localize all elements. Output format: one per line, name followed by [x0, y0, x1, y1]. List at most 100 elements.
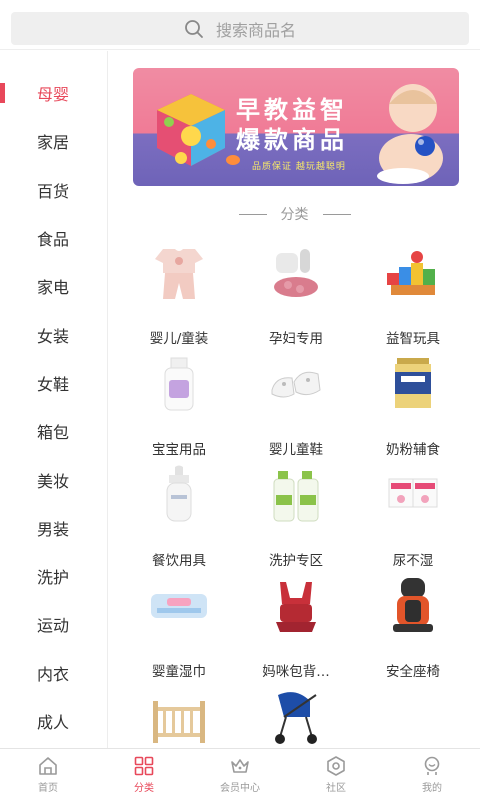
sidebar-item-baihuo[interactable]: 百货: [0, 166, 107, 214]
category-label: 婴童湿巾: [152, 664, 206, 680]
section-title-text: 分类: [280, 207, 309, 223]
category-label: 奶粉辅食: [386, 442, 440, 458]
bottom-nav: 首页 分类 会员中心 社区 我的: [0, 748, 480, 800]
detergent-icon: [273, 471, 319, 522]
category-icon: [134, 756, 154, 776]
category-label: 宝宝用品: [152, 442, 206, 458]
sidebar-item-nvzhuang[interactable]: 女装: [0, 310, 107, 358]
category-item[interactable]: 婴童湿巾: [121, 569, 237, 680]
sidebar-item-yundong[interactable]: 运动: [0, 600, 107, 648]
baby-bottle-icon: [166, 465, 192, 522]
sidebar-item-neiyi[interactable]: 内衣: [0, 649, 107, 697]
sidebar-item-label: 内衣: [37, 664, 70, 684]
nav-label: 会员中心: [220, 783, 260, 794]
sidebar-item-nvxie[interactable]: 女鞋: [0, 359, 107, 407]
sidebar-item-xihu[interactable]: 洗护: [0, 552, 107, 600]
wet-wipes-icon: [151, 594, 207, 618]
nav-home[interactable]: 首页: [0, 749, 96, 800]
sidebar-item-label: 家居: [37, 133, 70, 153]
nav-category[interactable]: 分类: [96, 749, 192, 800]
search-placeholder: 搜索商品名: [215, 20, 296, 40]
stroller-icon: [275, 692, 317, 744]
sidebar-item-meizhuang[interactable]: 美妆: [0, 455, 107, 503]
baby-clothes-icon: [155, 249, 203, 299]
nav-label: 我的: [422, 783, 442, 794]
baby-illustration-icon: [377, 84, 443, 184]
banner-subtitle: 品质保证 越玩越聪明: [252, 162, 346, 172]
sidebar-item-label: 运动: [37, 616, 70, 636]
category-label: 安全座椅: [386, 664, 440, 680]
banner-title-line2: 爆款商品: [236, 126, 348, 154]
category-item[interactable]: [238, 680, 354, 748]
category-label: 婴儿/童装: [149, 331, 209, 347]
sidebar-item-label: 成人: [37, 713, 70, 732]
nav-profile[interactable]: 我的: [384, 749, 480, 800]
category-item[interactable]: 益智玩具: [355, 236, 471, 347]
baby-carrier-icon: [276, 582, 316, 632]
promo-banner[interactable]: 早教益智 爆款商品 品质保证 越玩越聪明: [133, 68, 459, 186]
divider-line: [238, 213, 267, 215]
sidebar-item-chengren[interactable]: 成人: [0, 697, 107, 745]
search-icon: [185, 19, 203, 38]
category-item[interactable]: 尿不湿: [355, 458, 471, 569]
crib-icon: [153, 701, 205, 743]
active-indicator: [0, 83, 5, 103]
sidebar-item-xiangbao[interactable]: 箱包: [0, 407, 107, 455]
category-label: 妈咪包背…: [262, 664, 330, 680]
sidebar-item-label: 百货: [37, 181, 70, 201]
category-content: 早教益智 爆款商品 品质保证 越玩越聪明 分类 婴儿/童装 孕妇专用 益智玩具 …: [109, 51, 480, 748]
diapers-icon: [388, 478, 438, 508]
toy-illustration-icon: [157, 94, 240, 166]
category-label: 孕妇专用: [269, 331, 323, 347]
category-item[interactable]: 婴儿童鞋: [238, 347, 354, 458]
category-label: 益智玩具: [386, 331, 440, 347]
nav-community[interactable]: 社区: [288, 749, 384, 800]
category-label: 尿不湿: [392, 553, 434, 569]
sidebar-item-label: 女鞋: [37, 374, 70, 394]
car-seat-icon: [393, 578, 433, 632]
category-label: 餐饮用具: [152, 553, 206, 569]
baby-lotion-icon: [164, 357, 194, 411]
sidebar-item-label: 女装: [37, 326, 70, 346]
category-item[interactable]: 孕妇专用: [238, 236, 354, 347]
category-item[interactable]: 奶粉辅食: [355, 347, 471, 458]
baby-shoes-icon: [271, 371, 321, 398]
crown-icon: [231, 759, 249, 773]
category-item[interactable]: [121, 680, 237, 748]
community-icon: [327, 756, 345, 776]
profile-icon: [424, 756, 440, 775]
nav-label: 首页: [38, 783, 58, 794]
category-label: 洗护专区: [269, 553, 323, 569]
toy-blocks-icon: [387, 251, 435, 295]
category-item[interactable]: 妈咪包背…: [238, 569, 354, 680]
search-input[interactable]: 搜索商品名: [11, 12, 469, 45]
home-icon: [39, 757, 57, 775]
divider-line: [322, 213, 351, 215]
milk-powder-icon: [395, 358, 431, 408]
category-item[interactable]: 婴儿/童装: [121, 236, 237, 347]
maternity-icon: [274, 249, 318, 297]
category-item[interactable]: 安全座椅: [355, 569, 471, 680]
nav-label: 社区: [326, 783, 346, 794]
sidebar-item-label: 美妆: [37, 471, 70, 491]
sidebar-item-muying[interactable]: 母婴: [0, 69, 107, 117]
nav-label: 分类: [134, 783, 154, 794]
sidebar-item-label: 箱包: [37, 423, 70, 443]
sidebar-item-label: 家电: [37, 278, 70, 298]
sidebar-item-label: 食品: [37, 230, 70, 250]
search-bar: 搜索商品名: [0, 0, 480, 50]
category-item[interactable]: 宝宝用品: [121, 347, 237, 458]
sidebar-item-jiadian[interactable]: 家电: [0, 262, 107, 310]
sidebar-item-label: 母婴: [37, 85, 70, 105]
category-sidebar: 母婴 家居 百货 食品 家电 女装 女鞋 箱包 美妆 男装 洗护 运动 内衣 成…: [0, 51, 108, 748]
category-item[interactable]: 餐饮用具: [121, 458, 237, 569]
section-title: 分类: [109, 204, 480, 224]
sidebar-item-nanzhuang[interactable]: 男装: [0, 504, 107, 552]
nav-member-center[interactable]: 会员中心: [192, 749, 288, 800]
category-label: 婴儿童鞋: [269, 442, 323, 458]
sidebar-item-label: 男装: [37, 519, 70, 539]
category-item[interactable]: 洗护专区: [238, 458, 354, 569]
sidebar-item-label: 洗护: [37, 568, 70, 588]
sidebar-item-shipin[interactable]: 食品: [0, 214, 107, 262]
sidebar-item-jiaju[interactable]: 家居: [0, 117, 107, 165]
